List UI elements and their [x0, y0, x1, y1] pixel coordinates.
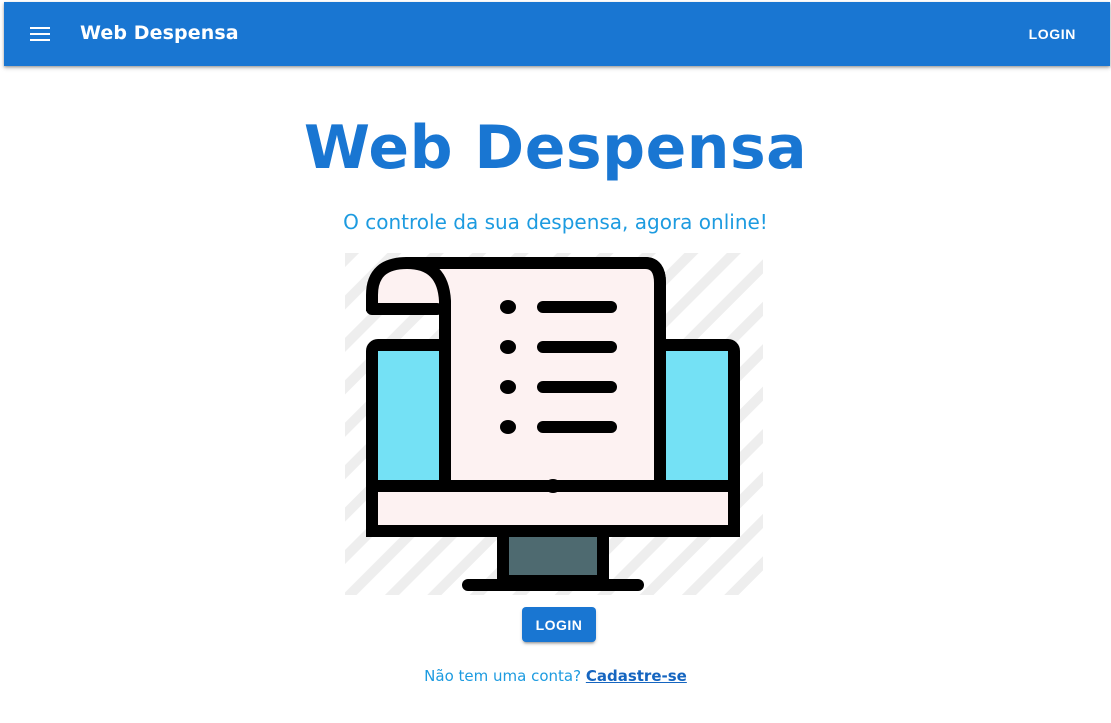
signup-prompt-line: Não tem uma conta? Cadastre-se — [0, 667, 1111, 685]
page-subtitle: O controle da sua despensa, agora online… — [343, 210, 768, 234]
login-button[interactable]: LOGIN — [522, 607, 596, 642]
signup-link[interactable]: Cadastre-se — [586, 667, 687, 685]
app-bar: Web Despensa LOGIN — [4, 2, 1110, 66]
app-title: Web Despensa — [80, 22, 239, 44]
online-shopping-list-monitor-icon — [345, 253, 763, 595]
page-title: Web Despensa — [303, 113, 808, 183]
menu-icon — [30, 27, 50, 41]
appbar-login-button[interactable]: LOGIN — [1013, 18, 1092, 50]
menu-button[interactable] — [22, 16, 58, 52]
signup-prompt-text: Não tem uma conta? — [424, 667, 582, 685]
